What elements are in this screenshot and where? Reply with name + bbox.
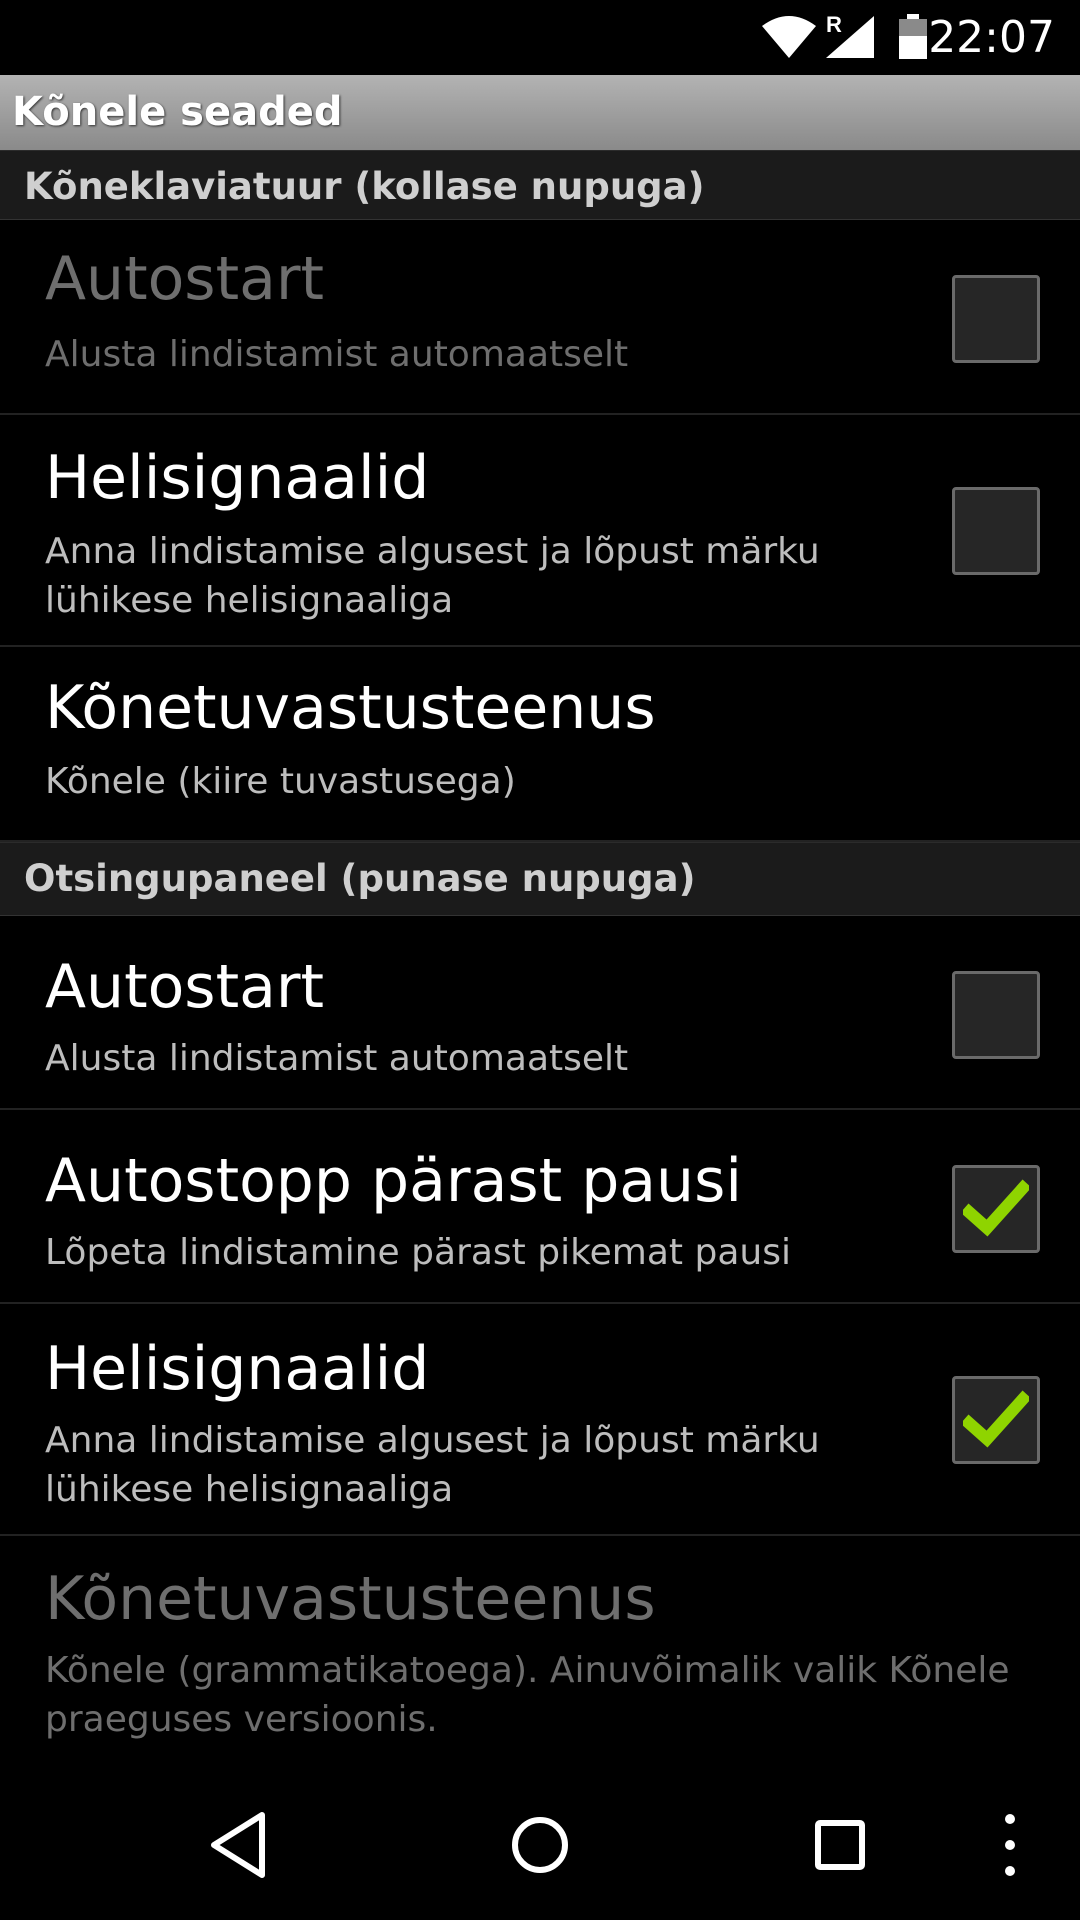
checkmark-icon [963,1179,1029,1237]
action-bar: Kõnele seaded [0,75,1080,151]
pref-title: Autostopp pärast pausi [45,1146,743,1216]
pref-summary: Alusta lindistamist automaatselt [45,334,629,375]
pref-summary: Anna lindistamise algusest ja lõpust mär… [45,1420,820,1510]
preferences-list: Kõneklaviatuur (kollase nupuga) Autostar… [0,150,1080,1766]
home-icon[interactable] [500,1805,580,1885]
pref-summary: Alusta lindistamist automaatselt [45,1038,629,1079]
pref-title: Kõnetuvastusteenus [45,1564,656,1634]
page-title: Kõnele seaded [12,89,343,135]
pref-title: Autostart [45,244,325,314]
category-label: Otsingupaneel (punase nupuga) [24,857,696,900]
category-header-search-panel: Otsingupaneel (punase nupuga) [0,842,1080,916]
pref-title: Helisignaalid [45,443,430,513]
pref-summary: Kõnele (kiire tuvastusega) [45,761,516,802]
overflow-menu-icon[interactable] [980,1805,1040,1885]
status-bar: R 22:07 [0,0,1080,75]
checkbox-checked[interactable] [952,1165,1040,1253]
checkbox-unchecked[interactable] [952,487,1040,575]
checkbox-unchecked[interactable] [952,971,1040,1059]
pref-search-sound-signals[interactable]: Helisignaalid Anna lindistamise algusest… [0,1304,1080,1536]
pref-search-autostop[interactable]: Autostopp pärast pausi Lõpeta lindistami… [0,1110,1080,1304]
category-header-keyboard: Kõneklaviatuur (kollase nupuga) [0,150,1080,220]
pref-keyboard-autostart[interactable]: Autostart Alusta lindistamist automaatse… [0,220,1080,415]
pref-search-recognition-service[interactable]: Kõnetuvastusteenus Kõnele (grammatikatoe… [0,1536,1080,1766]
back-icon[interactable] [200,1805,280,1885]
checkbox-unchecked[interactable] [952,275,1040,363]
pref-summary: Lõpeta lindistamine pärast pikemat pausi [45,1232,791,1273]
checkbox-checked[interactable] [952,1376,1040,1464]
pref-keyboard-sound-signals[interactable]: Helisignaalid Anna lindistamise algusest… [0,415,1080,647]
category-label: Kõneklaviatuur (kollase nupuga) [24,165,705,208]
pref-keyboard-recognition-service[interactable]: Kõnetuvastusteenus Kõnele (kiire tuvastu… [0,647,1080,842]
navigation-bar [0,1770,1080,1920]
pref-search-autostart[interactable]: Autostart Alusta lindistamist automaatse… [0,916,1080,1110]
recents-icon[interactable] [800,1805,880,1885]
pref-summary: Kõnele (grammatikatoega). Ainuvõimalik v… [45,1650,1010,1740]
pref-summary: Anna lindistamise algusest ja lõpust mär… [45,531,820,621]
signal-icon [826,16,874,58]
battery-icon [899,14,927,59]
pref-title: Kõnetuvastusteenus [45,673,656,743]
wifi-icon [762,16,816,58]
checkmark-icon [963,1390,1029,1448]
status-time: 22:07 [928,12,1055,63]
pref-title: Helisignaalid [45,1334,430,1404]
pref-title: Autostart [45,952,325,1022]
